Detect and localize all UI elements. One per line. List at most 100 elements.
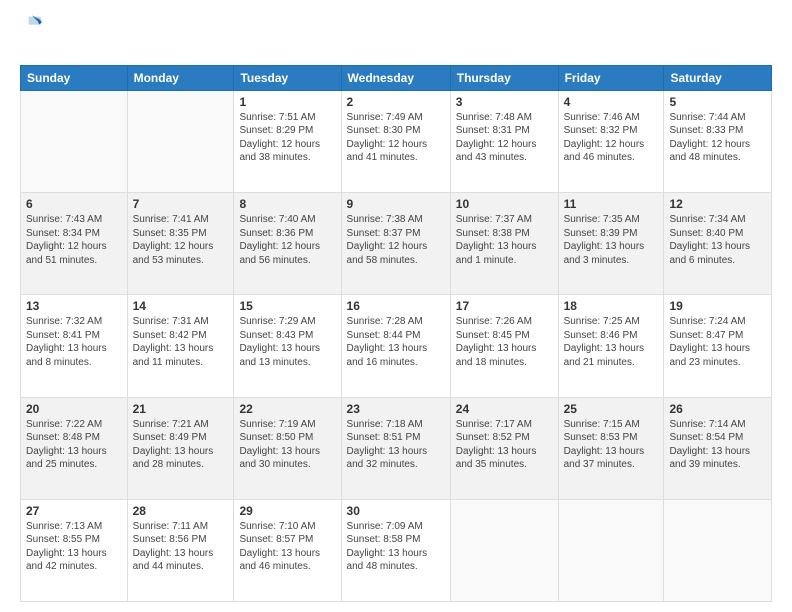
calendar-cell: 10Sunrise: 7:37 AMSunset: 8:38 PMDayligh…: [450, 193, 558, 295]
calendar-cell: 4 Sunrise: 7:46 AMSunset: 8:32 PMDaylight…: [558, 90, 664, 192]
calendar-cell: 7 Sunrise: 7:41 AMSunset: 8:35 PMDaylight…: [127, 193, 234, 295]
weekday-header-tuesday: Tuesday: [234, 65, 341, 90]
day-info: Sunrise: 7:31 AMSunset: 8:42 PMDaylight:…: [133, 315, 229, 369]
day-number: 17: [456, 299, 553, 313]
day-info: Sunrise: 7:34 AMSunset: 8:40 PMDaylight:…: [669, 213, 766, 267]
calendar-cell: 6 Sunrise: 7:43 AMSunset: 8:34 PMDaylight…: [21, 193, 128, 295]
calendar-header: SundayMondayTuesdayWednesdayThursdayFrid…: [21, 65, 772, 90]
day-info: Sunrise: 7:26 AMSunset: 8:45 PMDaylight:…: [456, 315, 553, 369]
day-info: Sunrise: 7:51 AMSunset: 8:29 PMDaylight:…: [239, 111, 335, 165]
day-number: 13: [26, 299, 122, 313]
calendar-cell: [558, 499, 664, 601]
day-info: Sunrise: 7:09 AMSunset: 8:58 PMDaylight:…: [347, 520, 445, 574]
day-number: 19: [669, 299, 766, 313]
day-number: 14: [133, 299, 229, 313]
week-row-2: 6 Sunrise: 7:43 AMSunset: 8:34 PMDaylight…: [21, 193, 772, 295]
calendar-cell: 23 Sunrise: 7:18 AMSunset: 8:51 PMDayligh…: [341, 397, 450, 499]
day-info: Sunrise: 7:43 AMSunset: 8:34 PMDaylight:…: [26, 213, 122, 267]
calendar-cell: 30Sunrise: 7:09 AMSunset: 8:58 PMDayligh…: [341, 499, 450, 601]
calendar-cell: 18Sunrise: 7:25 AMSunset: 8:46 PMDayligh…: [558, 295, 664, 397]
week-row-1: 1 Sunrise: 7:51 AMSunset: 8:29 PMDaylight…: [21, 90, 772, 192]
day-info: Sunrise: 7:29 AMSunset: 8:43 PMDaylight:…: [239, 315, 335, 369]
calendar-cell: 14 Sunrise: 7:31 AMSunset: 8:42 PMDayligh…: [127, 295, 234, 397]
day-info: Sunrise: 7:18 AMSunset: 8:51 PMDaylight:…: [347, 418, 445, 472]
day-number: 5: [669, 95, 766, 109]
day-info: Sunrise: 7:15 AMSunset: 8:53 PMDaylight:…: [564, 418, 659, 472]
day-number: 1: [239, 95, 335, 109]
day-number: 23: [347, 402, 445, 416]
day-info: Sunrise: 7:49 AMSunset: 8:30 PMDaylight:…: [347, 111, 445, 165]
weekday-header-monday: Monday: [127, 65, 234, 90]
day-number: 8: [239, 197, 335, 211]
weekday-header-thursday: Thursday: [450, 65, 558, 90]
day-number: 22: [239, 402, 335, 416]
day-number: 29: [239, 504, 335, 518]
week-row-4: 20Sunrise: 7:22 AMSunset: 8:48 PMDayligh…: [21, 397, 772, 499]
logo-icon: [22, 12, 42, 32]
day-info: Sunrise: 7:38 AMSunset: 8:37 PMDaylight:…: [347, 213, 445, 267]
calendar-cell: 12Sunrise: 7:34 AMSunset: 8:40 PMDayligh…: [664, 193, 772, 295]
calendar-cell: 19 Sunrise: 7:24 AMSunset: 8:47 PMDayligh…: [664, 295, 772, 397]
day-number: 20: [26, 402, 122, 416]
day-number: 10: [456, 197, 553, 211]
calendar-cell: 26 Sunrise: 7:14 AMSunset: 8:54 PMDayligh…: [664, 397, 772, 499]
day-info: Sunrise: 7:48 AMSunset: 8:31 PMDaylight:…: [456, 111, 553, 165]
calendar-cell: [127, 90, 234, 192]
calendar-cell: 17 Sunrise: 7:26 AMSunset: 8:45 PMDayligh…: [450, 295, 558, 397]
calendar-cell: 1 Sunrise: 7:51 AMSunset: 8:29 PMDaylight…: [234, 90, 341, 192]
calendar-cell: 2Sunrise: 7:49 AMSunset: 8:30 PMDaylight…: [341, 90, 450, 192]
day-number: 24: [456, 402, 553, 416]
calendar-cell: [21, 90, 128, 192]
day-number: 11: [564, 197, 659, 211]
day-info: Sunrise: 7:17 AMSunset: 8:52 PMDaylight:…: [456, 418, 553, 472]
calendar-cell: 24 Sunrise: 7:17 AMSunset: 8:52 PMDayligh…: [450, 397, 558, 499]
calendar-cell: 16 Sunrise: 7:28 AMSunset: 8:44 PMDayligh…: [341, 295, 450, 397]
calendar-cell: 22 Sunrise: 7:19 AMSunset: 8:50 PMDayligh…: [234, 397, 341, 499]
weekday-header-wednesday: Wednesday: [341, 65, 450, 90]
day-number: 7: [133, 197, 229, 211]
calendar-cell: 11 Sunrise: 7:35 AMSunset: 8:39 PMDayligh…: [558, 193, 664, 295]
calendar-body: 1 Sunrise: 7:51 AMSunset: 8:29 PMDaylight…: [21, 90, 772, 601]
calendar-cell: 15Sunrise: 7:29 AMSunset: 8:43 PMDayligh…: [234, 295, 341, 397]
day-number: 9: [347, 197, 445, 211]
calendar-cell: 27 Sunrise: 7:13 AMSunset: 8:55 PMDayligh…: [21, 499, 128, 601]
day-number: 26: [669, 402, 766, 416]
calendar-cell: [450, 499, 558, 601]
day-info: Sunrise: 7:11 AMSunset: 8:56 PMDaylight:…: [133, 520, 229, 574]
day-info: Sunrise: 7:28 AMSunset: 8:44 PMDaylight:…: [347, 315, 445, 369]
day-info: Sunrise: 7:19 AMSunset: 8:50 PMDaylight:…: [239, 418, 335, 472]
weekday-header-saturday: Saturday: [664, 65, 772, 90]
day-info: Sunrise: 7:40 AMSunset: 8:36 PMDaylight:…: [239, 213, 335, 267]
day-number: 4: [564, 95, 659, 109]
day-info: Sunrise: 7:35 AMSunset: 8:39 PMDaylight:…: [564, 213, 659, 267]
day-number: 28: [133, 504, 229, 518]
day-number: 25: [564, 402, 659, 416]
calendar-cell: 20Sunrise: 7:22 AMSunset: 8:48 PMDayligh…: [21, 397, 128, 499]
day-info: Sunrise: 7:13 AMSunset: 8:55 PMDaylight:…: [26, 520, 122, 574]
day-info: Sunrise: 7:24 AMSunset: 8:47 PMDaylight:…: [669, 315, 766, 369]
day-info: Sunrise: 7:25 AMSunset: 8:46 PMDaylight:…: [564, 315, 659, 369]
calendar: SundayMondayTuesdayWednesdayThursdayFrid…: [20, 65, 772, 602]
page: SundayMondayTuesdayWednesdayThursdayFrid…: [0, 0, 792, 612]
calendar-cell: 25 Sunrise: 7:15 AMSunset: 8:53 PMDayligh…: [558, 397, 664, 499]
day-info: Sunrise: 7:21 AMSunset: 8:49 PMDaylight:…: [133, 418, 229, 472]
header: [20, 16, 772, 57]
week-row-3: 13Sunrise: 7:32 AMSunset: 8:41 PMDayligh…: [21, 295, 772, 397]
calendar-cell: 13Sunrise: 7:32 AMSunset: 8:41 PMDayligh…: [21, 295, 128, 397]
weekday-header-sunday: Sunday: [21, 65, 128, 90]
day-number: 27: [26, 504, 122, 518]
day-number: 6: [26, 197, 122, 211]
day-info: Sunrise: 7:14 AMSunset: 8:54 PMDaylight:…: [669, 418, 766, 472]
logo: [20, 16, 42, 57]
calendar-cell: 29Sunrise: 7:10 AMSunset: 8:57 PMDayligh…: [234, 499, 341, 601]
day-info: Sunrise: 7:41 AMSunset: 8:35 PMDaylight:…: [133, 213, 229, 267]
day-number: 3: [456, 95, 553, 109]
day-info: Sunrise: 7:46 AMSunset: 8:32 PMDaylight:…: [564, 111, 659, 165]
calendar-cell: 5 Sunrise: 7:44 AMSunset: 8:33 PMDaylight…: [664, 90, 772, 192]
weekday-header-friday: Friday: [558, 65, 664, 90]
calendar-cell: 28 Sunrise: 7:11 AMSunset: 8:56 PMDayligh…: [127, 499, 234, 601]
calendar-cell: 9 Sunrise: 7:38 AMSunset: 8:37 PMDaylight…: [341, 193, 450, 295]
day-number: 16: [347, 299, 445, 313]
day-number: 21: [133, 402, 229, 416]
day-info: Sunrise: 7:44 AMSunset: 8:33 PMDaylight:…: [669, 111, 766, 165]
